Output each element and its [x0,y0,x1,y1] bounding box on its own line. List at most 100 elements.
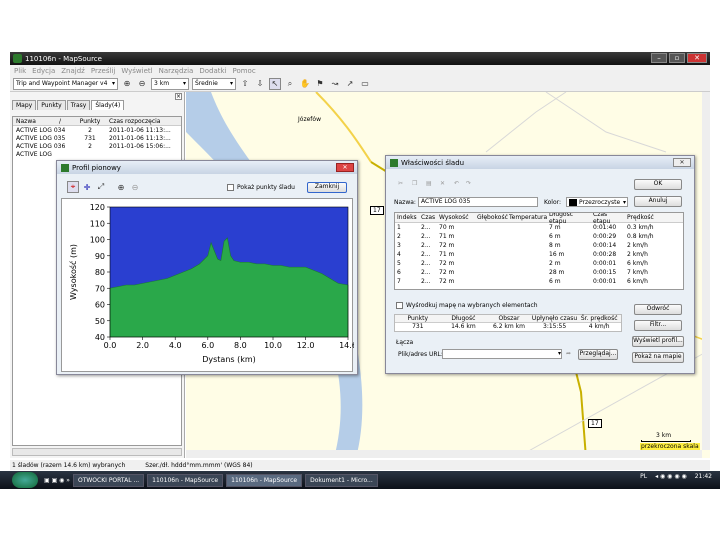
y-tick-label: 110 [90,219,105,228]
menu-item[interactable]: Edycja [32,67,55,75]
track-tool-icon[interactable]: ↗ [344,78,356,90]
color-select[interactable]: Przezroczyste ▾ [566,197,628,207]
menu-bar: Plik Edycja Znajdź Prześlij Wyświetl Narzędzi… [10,65,710,76]
menu-item[interactable]: Dodatki [199,67,226,75]
file-url-label: Plik/adres URL: [398,351,443,358]
table-row[interactable]: 3 2... 72 m8 m 0:00:14 2 km/h [395,241,683,250]
data-tabs: Mapy Punkty Trasy Ślady(4) [12,100,125,110]
zoom-out-icon[interactable]: ⊖ [129,181,141,193]
table-row[interactable]: 7 2... 72 m6 m 0:00:01 6 km/h [395,277,683,286]
tab-2[interactable]: Trasy [66,100,91,110]
name-input[interactable]: ACTIVE LOG 035 [418,197,538,207]
show-points-checkbox[interactable] [227,184,234,191]
close-profile-button[interactable]: Zamknij [307,182,347,193]
track-properties-dialog: Właściwości śladu ✕ OK Anuluj ✂ ❐ ▤ ✕ ↶ ↷… [385,155,695,374]
show-on-map-button[interactable]: Pokaż na mapie [632,352,684,363]
map-vscrollbar[interactable] [702,92,710,450]
maximize-button[interactable]: ▫ [669,53,685,63]
ok-button[interactable]: OK [634,179,682,190]
go-arrow-icon[interactable]: ➦ [566,350,571,357]
delete-icon[interactable]: ✕ [440,180,445,187]
minimize-button[interactable]: – [651,53,667,63]
menu-item[interactable]: Wyświetl [121,67,152,75]
list-item[interactable]: ACTIVE LOG 036 2 2011-01-06 15:06:... [13,142,181,150]
zoom-tool-icon[interactable]: ⌕ [284,78,296,90]
x-tick-label: 14.6 [339,341,354,350]
show-profile-button[interactable]: Wyświetl profil... [632,336,684,347]
list-item[interactable]: ACTIVE LOG [13,150,181,158]
points-col-header[interactable]: Wysokość [437,214,475,221]
filter-button[interactable]: Filtr... [634,320,682,331]
cancel-button[interactable]: Anuluj [634,196,682,207]
waypoint-tool-icon[interactable]: ⚑ [314,78,326,90]
product-select[interactable]: Trip and Waypoint Manager v4 ▾ [13,77,118,90]
undo-icon[interactable]: ↶ [454,180,459,187]
points-col-header[interactable]: Czas [419,214,437,221]
zoom-out-icon[interactable]: ⊖ [136,78,148,90]
menu-item[interactable]: Znajdź [61,67,85,75]
tab-3[interactable]: Ślady(4) [91,100,125,110]
pan-tool-icon[interactable]: ⤢ [95,181,107,193]
zoom-select[interactable]: 3 km ▾ [151,77,189,90]
pointer-tool-icon[interactable]: ✛ [81,181,93,193]
copy-icon[interactable]: ❐ [412,180,417,187]
col-start[interactable]: Czas rozpoczęcia [109,118,181,125]
chart-area: 0.0 2.0 4.0 6.0 8.0 10.0 12.0 14.6 120 110 100 90 80… [61,198,357,372]
zoom-in-icon[interactable]: ⊕ [115,181,127,193]
taskbar-item[interactable]: 110106n - MapSource [147,473,224,487]
close-button[interactable]: ✕ [687,53,707,63]
points-col-header[interactable]: Czas etapu [591,213,625,225]
file-url-input[interactable]: ▾ [442,349,562,359]
language-indicator[interactable]: PL [640,473,647,480]
props-close-icon[interactable]: ✕ [673,158,691,167]
measure-tool-icon[interactable]: ▭ [359,78,371,90]
tray-icons[interactable]: ◂ ◉ ◉ ◉ ◉ [655,473,687,480]
menu-item[interactable]: Pomoc [232,67,255,75]
start-button[interactable] [12,472,38,488]
detail-select[interactable]: Średnie ▾ [192,77,236,90]
taskbar-item[interactable]: Dokument1 - Micro... [305,473,378,487]
menu-item[interactable]: Narzędzia [159,67,194,75]
redo-icon[interactable]: ↷ [466,180,471,187]
route-tool-icon[interactable]: ↝ [329,78,341,90]
browse-button[interactable]: Przeglądaj... [578,349,618,360]
col-points[interactable]: Punkty [71,118,109,125]
zoom-in-icon[interactable]: ⊕ [121,78,133,90]
taskbar-item[interactable]: OTWOCKI PORTAL ... [72,473,145,487]
table-row[interactable]: 6 2... 72 m 28 m 0:00:15 7 km/h [395,268,683,277]
paste-icon[interactable]: ▤ [426,180,432,187]
selection-tool-icon[interactable]: ↖ [269,77,281,90]
points-col-header[interactable]: Głębokość [475,214,508,221]
profile-close-icon[interactable]: ✕ [336,163,354,172]
points-col-header[interactable]: Prędkość [625,214,665,221]
table-row[interactable]: 4 2... 71 m 16 m 0:00:28 2 km/h [395,250,683,259]
points-col-header[interactable]: Temperatura [507,214,547,221]
x-tick-label: 6.0 [201,341,214,350]
points-col-header[interactable]: Długość etapu [547,213,591,225]
scale-value: 3 km [656,432,672,439]
list-item[interactable]: ACTIVE LOG 035 731 2011-01-06 11:13:... [13,134,181,142]
clock[interactable]: 21:42 [695,473,712,480]
tab-0[interactable]: Mapy [12,100,37,110]
tab-1[interactable]: Punkty [37,100,66,110]
receive-from-device-icon[interactable]: ⇩ [254,78,266,90]
table-row[interactable]: 1 2... 70 m7 m 0:01:40 0.3 km/h [395,223,683,232]
invert-button[interactable]: Odwróć [634,304,682,315]
table-row[interactable]: 5 2... 72 m2 m 0:00:01 6 km/h [395,259,683,268]
center-map-checkbox[interactable] [396,302,403,309]
send-to-device-icon[interactable]: ⇧ [239,78,251,90]
map-hscrollbar[interactable] [186,450,702,458]
points-col-header[interactable]: Indeks [395,214,419,221]
hand-tool-icon[interactable]: ✋ [299,78,311,90]
panel-close-icon[interactable]: × [175,93,182,100]
cut-icon[interactable]: ✂ [398,180,403,187]
list-item[interactable]: ACTIVE LOG 034 2 2011-01-06 11:13:... [13,126,181,134]
taskbar-item[interactable]: 110106n - MapSource [226,473,303,487]
table-row[interactable]: 2 2... 71 m6 m 0:00:29 0.8 km/h [395,232,683,241]
crosshair-tool-icon[interactable]: ⌖ [67,181,79,193]
quick-launch-icons[interactable]: ▣ ▣ ◉ » [44,477,70,484]
horizontal-scrollbar[interactable] [12,448,182,456]
menu-item[interactable]: Plik [14,67,26,75]
profile-titlebar: Profil pionowy ✕ [57,161,357,174]
menu-item[interactable]: Prześlij [91,67,115,75]
